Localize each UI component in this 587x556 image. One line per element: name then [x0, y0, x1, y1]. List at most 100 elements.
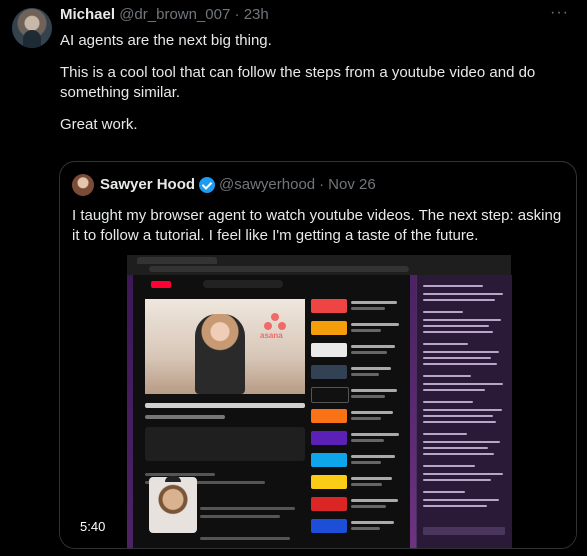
recommended-title-line: [351, 323, 399, 326]
panel-line: [423, 465, 475, 467]
panel-line: [423, 453, 494, 455]
panel-line: [423, 441, 500, 443]
panel-line: [423, 479, 491, 481]
video-duration-badge: 5:40: [74, 517, 112, 536]
panel-line: [423, 389, 485, 391]
recommended-meta-line: [351, 527, 380, 530]
panel-line: [423, 299, 495, 301]
quoted-date[interactable]: Nov 26: [328, 176, 376, 193]
thumbnail: [311, 497, 347, 511]
more-options-icon[interactable]: ···: [550, 4, 569, 22]
panel-line: [423, 421, 496, 423]
recommended-video: [311, 519, 406, 533]
recommended-meta-line: [351, 439, 384, 442]
tweet-body: AI agents are the next big thing. This i…: [60, 31, 570, 147]
tweet: Michael @dr_brown_007 · 23h ··· AI agent…: [0, 0, 587, 556]
thumbnail: [311, 519, 347, 533]
recommended-video: [311, 497, 406, 511]
author-name[interactable]: Michael: [60, 6, 115, 23]
video-channel-placeholder: [145, 415, 225, 419]
recommended-video: [311, 409, 406, 423]
quoted-text: I taught my browser agent to watch youtu…: [72, 207, 562, 244]
panel-line: [423, 491, 465, 493]
tweet-body-line: Great work.: [60, 116, 138, 133]
recommended-meta-line: [351, 351, 387, 354]
recommended-video: [311, 387, 406, 403]
thumbnail: [311, 343, 347, 357]
thumbnail: [311, 299, 347, 313]
comment-line: [200, 537, 290, 540]
comment-line: [200, 515, 280, 518]
panel-line: [423, 499, 499, 501]
recommended-title-line: [351, 389, 397, 392]
tweet-body-line: AI agents are the next big thing.: [60, 32, 272, 49]
comment-line: [145, 473, 215, 476]
thumbnail: [311, 409, 347, 423]
panel-line: [423, 401, 473, 403]
quoted-header: Sawyer Hood @sawyerhood · Nov 26: [100, 176, 376, 193]
panel-line: [423, 375, 471, 377]
recommended-title-line: [351, 411, 393, 414]
recommended-meta-line: [351, 483, 382, 486]
thumbnail: [311, 475, 347, 489]
panel-line: [423, 331, 493, 333]
youtube-header: [133, 275, 410, 295]
panel-line: [423, 363, 497, 365]
recommended-video: [311, 299, 406, 313]
panel-line: [423, 351, 499, 353]
panel-line: [423, 415, 493, 417]
separator: ·: [319, 176, 325, 193]
panel-line: [423, 293, 503, 295]
recommended-title-line: [351, 521, 394, 524]
browser-tab: [137, 257, 217, 264]
comment-line: [200, 507, 295, 510]
recommended-title-line: [351, 455, 395, 458]
thumbnail: [311, 387, 349, 403]
recommended-video: [311, 321, 406, 335]
recommended-title-line: [351, 301, 397, 304]
youtube-logo-icon: [151, 281, 171, 288]
panel-line: [423, 343, 468, 345]
asana-wordmark: asana: [260, 331, 283, 340]
author-handle[interactable]: @dr_brown_007: [119, 6, 230, 23]
quoted-tweet[interactable]: Sawyer Hood @sawyerhood · Nov 26 I taugh…: [59, 161, 577, 549]
panel-line: [423, 473, 503, 475]
webcam-overlay: [149, 477, 197, 533]
thumbnail: [311, 365, 347, 379]
recommended-video: [311, 365, 406, 379]
separator: ·: [234, 6, 240, 23]
timestamp[interactable]: 23h: [244, 6, 269, 23]
presenter-image: [195, 314, 245, 394]
tweet-header: Michael @dr_brown_007 · 23h: [60, 6, 269, 23]
asana-logo-icon: [262, 313, 288, 331]
youtube-page: asana: [133, 275, 410, 548]
panel-line: [423, 311, 463, 313]
recommended-title-line: [351, 477, 392, 480]
panel-line: [423, 433, 467, 435]
verified-badge-icon: [199, 176, 216, 193]
quoted-author-name[interactable]: Sawyer Hood: [100, 176, 195, 193]
video-title-placeholder: [145, 403, 305, 408]
recommended-meta-line: [351, 417, 381, 420]
thumbnail: [311, 321, 347, 335]
quoted-avatar[interactable]: [72, 174, 94, 196]
thumbnail: [311, 431, 347, 445]
recommended-video: [311, 475, 406, 489]
video-media[interactable]: asana 5:40: [60, 250, 576, 548]
recommended-meta-line: [351, 307, 385, 310]
recommended-title-line: [351, 345, 395, 348]
avatar[interactable]: [12, 8, 52, 48]
panel-line: [423, 325, 489, 327]
recommended-meta-line: [351, 329, 381, 332]
browser-url-bar: [149, 266, 409, 272]
panel-line: [423, 409, 502, 411]
recommended-title-line: [351, 367, 391, 370]
recommended-videos: [311, 299, 406, 547]
quoted-author-handle[interactable]: @sawyerhood: [219, 176, 315, 193]
video-controls: [145, 394, 305, 400]
recommended-meta-line: [351, 461, 381, 464]
panel-line: [423, 285, 483, 287]
recommended-meta-line: [351, 373, 379, 376]
panel-line: [423, 383, 503, 385]
panel-line: [423, 357, 491, 359]
